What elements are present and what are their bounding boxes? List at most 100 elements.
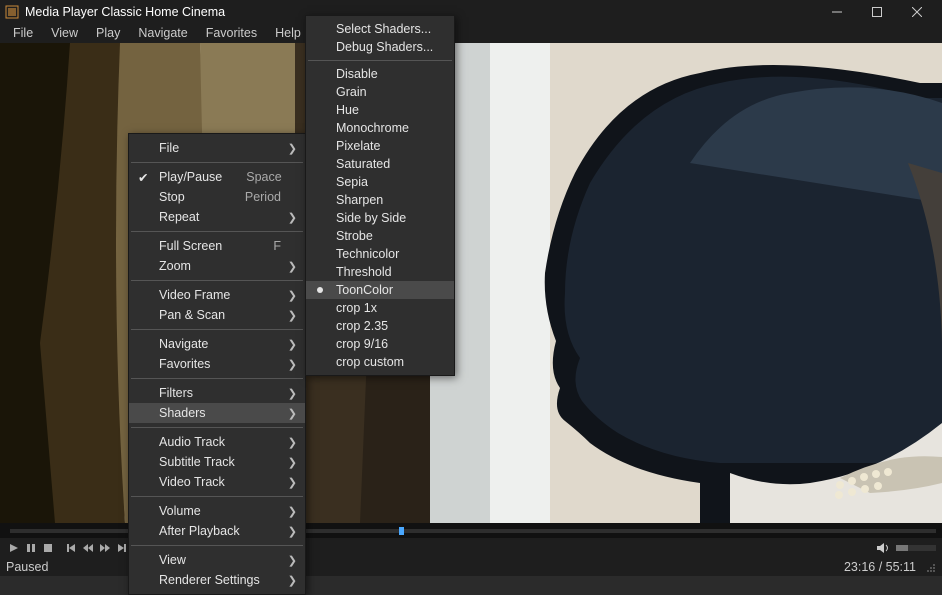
menu-accel: Period [245,190,281,204]
menu-item-label: Pan & Scan [159,308,281,322]
menu-help[interactable]: Help [266,24,310,42]
menu-item-label: crop 9/16 [336,337,434,351]
menu-item-label: Video Track [159,475,281,489]
shaders-item-strobe[interactable]: Strobe [306,227,454,245]
submenu-arrow-icon: ❯ [288,574,297,587]
titlebar: Media Player Classic Home Cinema [0,0,942,23]
ctx-item-video-frame[interactable]: Video Frame❯ [129,285,305,305]
shaders-item-crop-1x[interactable]: crop 1x [306,299,454,317]
shaders-item-sepia[interactable]: Sepia [306,173,454,191]
volume-slider[interactable] [896,545,936,551]
ctx-item-view[interactable]: View❯ [129,550,305,570]
shaders-item-monochrome[interactable]: Monochrome [306,119,454,137]
menu-item-label: Side by Side [336,211,434,225]
submenu-arrow-icon: ❯ [288,456,297,469]
rewind-button[interactable] [80,541,96,555]
context-menu-main: File❯✔Play/PauseSpaceStopPeriodRepeat❯Fu… [128,133,306,595]
ctx-item-play-pause[interactable]: ✔Play/PauseSpace [129,167,305,187]
minimize-button[interactable] [817,0,857,23]
ctx-item-file[interactable]: File❯ [129,138,305,158]
ctx-item-pan-scan[interactable]: Pan & Scan❯ [129,305,305,325]
menu-item-label: Sharpen [336,193,434,207]
stop-button[interactable] [40,541,56,555]
menu-separator [131,545,303,546]
ctx-item-video-track[interactable]: Video Track❯ [129,472,305,492]
menu-item-label: Shaders [159,406,281,420]
submenu-arrow-icon: ❯ [288,338,297,351]
shaders-item-disable[interactable]: Disable [306,65,454,83]
ctx-item-favorites[interactable]: Favorites ❯ [129,354,305,374]
ctx-item-stop[interactable]: StopPeriod [129,187,305,207]
menu-favorites[interactable]: Favorites [197,24,266,42]
shaders-item-threshold[interactable]: Threshold [306,263,454,281]
ctx-item-navigate[interactable]: Navigate❯ [129,334,305,354]
mute-button[interactable] [875,541,891,555]
seek-handle[interactable] [399,527,404,535]
ctx-item-zoom[interactable]: Zoom❯ [129,256,305,276]
menu-item-label: Audio Track [159,435,281,449]
menu-item-label: Debug Shaders... [336,40,434,54]
menu-accel: F [273,239,281,253]
menu-item-label: Select Shaders... [336,22,434,36]
ctx-item-after-playback[interactable]: After Playback❯ [129,521,305,541]
menu-item-label: Threshold [336,265,434,279]
shaders-item-tooncolor[interactable]: ToonColor [306,281,454,299]
menu-separator [131,162,303,163]
shaders-item-select-shaders-[interactable]: Select Shaders... [306,20,454,38]
app-icon [5,5,19,19]
menu-accel: Space [246,170,281,184]
menu-play[interactable]: Play [87,24,129,42]
menu-separator [131,280,303,281]
maximize-button[interactable] [857,0,897,23]
shaders-item-sharpen[interactable]: Sharpen [306,191,454,209]
menu-separator [131,231,303,232]
shaders-item-crop-9-16[interactable]: crop 9/16 [306,335,454,353]
resize-grip-icon[interactable] [924,561,936,573]
menu-separator [131,378,303,379]
ctx-item-full-screen[interactable]: Full Screen F [129,236,305,256]
shaders-item-technicolor[interactable]: Technicolor [306,245,454,263]
submenu-arrow-icon: ❯ [288,407,297,420]
menu-item-label: File [159,141,281,155]
menu-item-label: Full Screen [159,239,249,253]
shaders-item-crop-custom[interactable]: crop custom [306,353,454,371]
menu-separator [131,329,303,330]
close-button[interactable] [897,0,937,23]
menu-item-label: Favorites [159,357,281,371]
menu-item-label: Volume [159,504,281,518]
submenu-arrow-icon: ❯ [288,289,297,302]
play-button[interactable] [6,541,22,555]
menu-file[interactable]: File [4,24,42,42]
ctx-item-subtitle-track[interactable]: Subtitle Track❯ [129,452,305,472]
menu-item-label: Play/Pause [159,170,222,184]
skip-back-button[interactable] [63,541,79,555]
menu-separator [308,60,452,61]
status-time: 23:16 / 55:11 [844,560,916,574]
shaders-item-pixelate[interactable]: Pixelate [306,137,454,155]
shaders-item-crop-2-35[interactable]: crop 2.35 [306,317,454,335]
ctx-item-filters[interactable]: Filters❯ [129,383,305,403]
menu-separator [131,427,303,428]
ctx-item-repeat[interactable]: Repeat ❯ [129,207,305,227]
menu-item-label: Strobe [336,229,434,243]
submenu-arrow-icon: ❯ [288,211,297,224]
status-state: Paused [6,560,48,574]
ctx-item-audio-track[interactable]: Audio Track❯ [129,432,305,452]
shaders-item-grain[interactable]: Grain [306,83,454,101]
ctx-item-volume[interactable]: Volume❯ [129,501,305,521]
shaders-item-saturated[interactable]: Saturated [306,155,454,173]
ctx-item-shaders[interactable]: Shaders ❯ [129,403,305,423]
pause-button[interactable] [23,541,39,555]
menu-view[interactable]: View [42,24,87,42]
shaders-item-debug-shaders-[interactable]: Debug Shaders... [306,38,454,56]
menu-navigate[interactable]: Navigate [129,24,196,42]
forward-button[interactable] [97,541,113,555]
menu-separator [131,496,303,497]
ctx-item-renderer-settings[interactable]: Renderer Settings❯ [129,570,305,590]
menu-item-label: Zoom [159,259,281,273]
menu-item-label: View [159,553,281,567]
shaders-item-side-by-side[interactable]: Side by Side [306,209,454,227]
shaders-item-hue[interactable]: Hue [306,101,454,119]
menu-item-label: Repeat [159,210,281,224]
submenu-arrow-icon: ❯ [288,358,297,371]
